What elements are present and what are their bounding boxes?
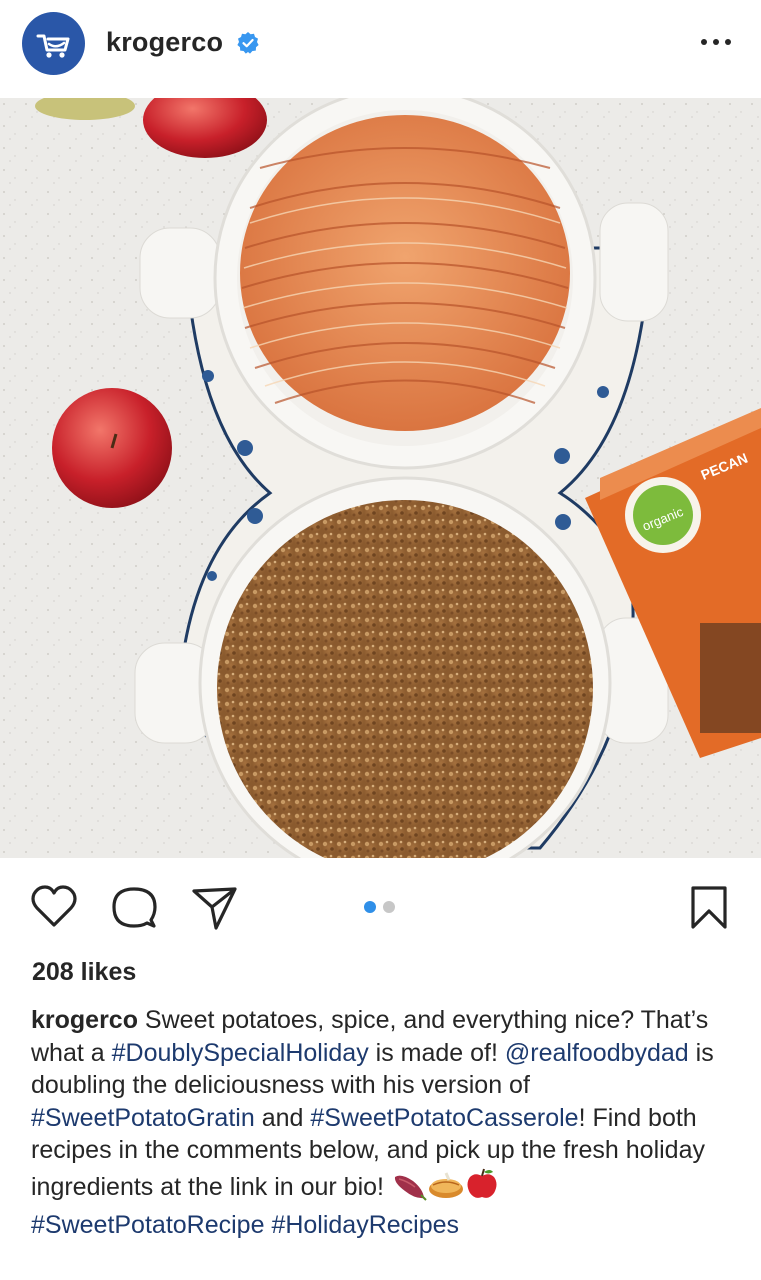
apple-emoji [465, 1167, 499, 1210]
carousel-dot-active[interactable] [364, 901, 376, 913]
hashtag-link[interactable]: #SweetPotatoCasserole [310, 1104, 578, 1132]
hashtag-link[interactable]: #SweetPotatoRecipe [31, 1211, 264, 1239]
share-button[interactable] [190, 885, 238, 931]
post-photo-illustration: organic PECAN [0, 98, 761, 858]
post-header: krogerco [0, 0, 761, 98]
caption-username[interactable]: krogerco [31, 1006, 138, 1034]
avatar[interactable] [22, 12, 85, 75]
more-options-button[interactable] [692, 32, 740, 52]
bookmark-icon [691, 886, 727, 929]
comment-icon [112, 887, 157, 928]
sweet-potato-emoji [391, 1171, 427, 1210]
caption-text: is made of! [368, 1038, 505, 1067]
save-button[interactable] [689, 885, 729, 931]
mention-link[interactable]: @realfoodbydad [505, 1039, 689, 1067]
verified-badge-icon [237, 32, 259, 54]
kroger-cart-logo-icon [36, 34, 69, 58]
likes-count[interactable]: 208 likes [32, 958, 136, 987]
post-username[interactable]: krogerco [106, 27, 223, 58]
carousel-indicator [364, 901, 395, 913]
comment-button[interactable] [111, 885, 157, 931]
hashtag-link[interactable]: #SweetPotatoGratin [31, 1104, 255, 1132]
hashtag-link[interactable]: #DoublySpecialHoliday [112, 1039, 369, 1067]
caption-text: and [254, 1103, 311, 1132]
carousel-dot[interactable] [383, 901, 395, 913]
post-caption: krogerco Sweet potatoes, spice, and ever… [31, 1004, 731, 1242]
pie-emoji [427, 1171, 465, 1210]
share-icon [192, 887, 237, 930]
more-options-icon [701, 39, 731, 45]
post-image[interactable]: organic PECAN [0, 98, 761, 858]
heart-icon [31, 885, 77, 927]
hashtag-link[interactable]: #HolidayRecipes [271, 1211, 459, 1239]
like-button[interactable] [30, 885, 78, 931]
